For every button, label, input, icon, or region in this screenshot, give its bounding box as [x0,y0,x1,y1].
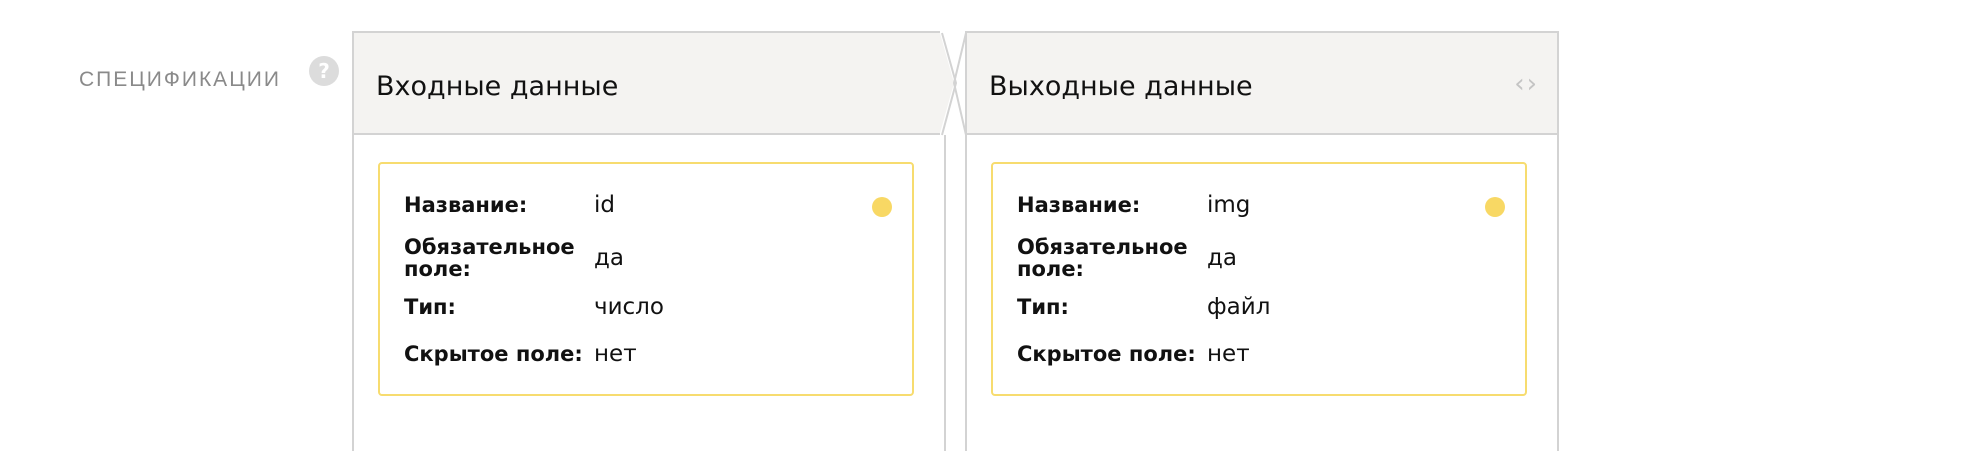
field-hidden-label: Скрытое поле: [404,342,583,366]
output-panel-header: Выходные данные ‹› [967,31,1557,135]
section-label: СПЕЦИФИКАЦИИ [79,68,281,91]
input-data-panel: Входные данные Название: id Обязательное… [352,31,946,451]
field-row-hidden: Скрытое поле: нет [404,334,637,374]
flow-arrow-icon [940,31,968,136]
output-panel-title: Выходные данные [989,71,1253,102]
output-field-card[interactable]: Название: img Обязательное поле: да Тип:… [991,162,1527,396]
field-hidden-value: нет [594,341,637,367]
field-type-value: файл [1207,294,1271,320]
status-dot-icon [1485,197,1505,217]
field-name-label: Название: [404,193,528,217]
field-required-label: Обязательное поле: [404,235,575,281]
field-row-hidden: Скрытое поле: нет [1017,334,1250,374]
field-name-value: id [594,192,615,218]
field-row-type: Тип: число [404,288,664,326]
input-panel-header: Входные данные [354,31,944,135]
field-required-value: да [1207,245,1237,271]
output-data-panel: Выходные данные ‹› Название: img Обязате… [965,31,1559,451]
status-dot-icon [872,197,892,217]
field-row-type: Тип: файл [1017,288,1270,326]
field-hidden-label: Скрытое поле: [1017,342,1196,366]
field-name-value: img [1207,192,1251,218]
code-toggle-icon[interactable]: ‹› [1514,69,1539,99]
field-type-label: Тип: [1017,295,1069,319]
input-field-card[interactable]: Название: id Обязательное поле: да Тип: … [378,162,914,396]
field-type-value: число [594,294,664,320]
field-name-label: Название: [1017,193,1141,217]
input-panel-title: Входные данные [376,71,619,102]
field-required-label: Обязательное поле: [1017,235,1188,281]
field-row-name: Название: img [1017,184,1250,226]
field-row-required: Обязательное поле: да [1017,234,1237,282]
field-row-required: Обязательное поле: да [404,234,624,282]
field-type-label: Тип: [404,295,456,319]
field-required-value: да [594,245,624,271]
field-hidden-value: нет [1207,341,1250,367]
help-icon[interactable]: ? [309,56,339,86]
field-row-name: Название: id [404,184,615,226]
